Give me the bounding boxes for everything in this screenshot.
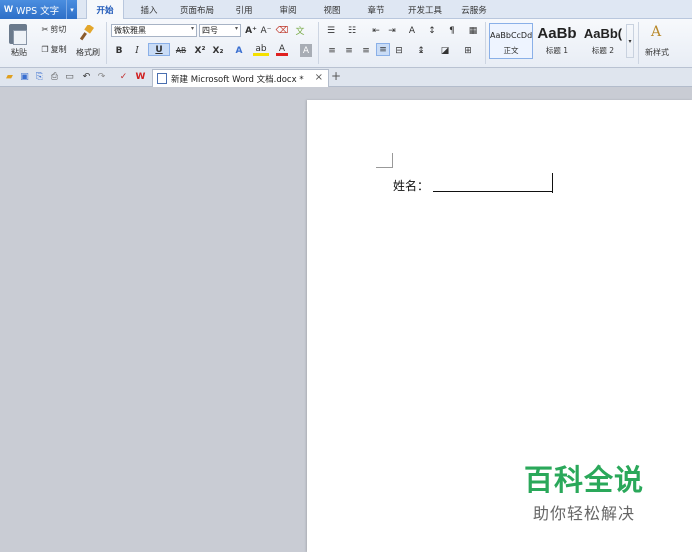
style-normal[interactable]: AaBbCcDd 正文 [489,23,533,59]
underline-button[interactable]: U [148,43,170,56]
watermark-title: 百科全说 [523,463,644,497]
tab-developer[interactable]: 开发工具 [400,0,450,19]
format-painter-icon[interactable] [80,25,94,41]
show-marks-icon[interactable]: ¶ [444,24,460,37]
justify-icon[interactable]: ≡ [376,43,390,56]
divider [485,22,486,64]
document-tab[interactable]: 新建 Microsoft Word 文档.docx * × [152,69,329,87]
subscript-button[interactable]: X₂ [211,44,225,57]
close-icon[interactable]: × [315,72,323,83]
numbered-list-icon[interactable]: ☷ [344,24,360,37]
font-name-select[interactable]: 微软雅黑 ▾ [111,24,197,37]
char-shading-button[interactable]: A [300,44,312,57]
shrink-font-button[interactable]: A⁻ [259,24,273,37]
watermark: 百科全说 助你轻松解决 [524,457,644,524]
superscript-button[interactable]: X² [193,44,207,57]
name-field-label: 姓名： [393,179,430,193]
highlight-button[interactable]: ab [253,44,269,56]
shading-icon[interactable]: ◪ [437,44,453,57]
paste-button[interactable]: 粘贴 [4,46,34,58]
align-right-icon[interactable]: ≡ [360,44,372,57]
bullet-list-icon[interactable]: ☰ [323,24,339,37]
undo-icon[interactable]: ↶ [81,71,92,82]
ribbon-toolbar: 粘贴 ✂ 剪切 ❐ 复制 格式刷 微软雅黑 ▾ 四号 ▾ A⁺ A⁻ ⌫ 文 B… [0,19,692,68]
app-title: WPS 文字 [15,5,60,17]
style-sample: AaBb [537,25,577,42]
new-style-icon[interactable]: A [645,23,667,41]
chevron-down-icon: ▾ [234,25,238,32]
chevron-down-icon[interactable]: ▾ [66,0,77,19]
new-tab-button[interactable]: + [331,69,341,83]
table-icon[interactable]: ▦ [466,24,480,37]
styles-scroll-icon[interactable]: ▾ [626,24,634,58]
format-painter-button[interactable]: 格式刷 [72,46,104,58]
chinese-layout-icon[interactable]: A [404,24,420,37]
font-size-value: 四号 [202,26,218,35]
pinyin-guide-icon[interactable]: 文 [292,24,308,37]
menu-bar: W WPS 文字 ▾ 开始 插入 页面布局 引用 审阅 视图 章节 开发工具 云… [0,0,692,20]
style-name: 标题 2 [591,46,615,55]
paste-icon[interactable] [9,24,27,45]
divider [106,22,107,64]
document-icon [157,73,167,84]
export-pdf-icon[interactable]: ⎘ [34,71,45,82]
decrease-indent-icon[interactable]: ⇤ [369,24,383,37]
distributed-icon[interactable]: ⊟ [393,44,405,57]
copy-button[interactable]: ❐ 复制 [36,43,72,55]
style-heading-1[interactable]: AaBb 标题 1 [535,23,579,59]
text-effect-button[interactable]: A [232,44,246,57]
style-heading-2[interactable]: AaBb( 标题 2 [581,23,625,59]
font-name-value: 微软雅黑 [114,26,146,35]
wps-logo-icon: W [4,4,13,15]
divider [318,22,319,64]
align-left-icon[interactable]: ≡ [326,44,338,57]
margin-corner-mark [376,153,393,168]
app-menu-button[interactable]: W WPS 文字 ▾ [0,0,77,19]
redo-icon[interactable]: ↷ [96,71,107,82]
style-name: 标题 1 [545,46,569,55]
border-icon[interactable]: ⊞ [460,44,476,57]
style-sample: AaBbCcDd [490,31,532,40]
tab-view[interactable]: 视图 [314,0,350,19]
align-center-icon[interactable]: ≡ [343,44,355,57]
tab-insert[interactable]: 插入 [130,0,168,19]
style-sample: AaBb( [583,26,623,41]
copy-label: 复制 [50,44,67,54]
font-size-select[interactable]: 四号 ▾ [199,24,241,37]
tab-page-layout[interactable]: 页面布局 [172,0,222,19]
style-name: 正文 [503,46,519,55]
tab-home[interactable]: 开始 [86,0,124,20]
increase-indent-icon[interactable]: ⇥ [385,24,399,37]
scissors-icon: ✂ [41,24,49,34]
name-underline-field[interactable] [433,191,553,192]
tab-section[interactable]: 章节 [358,0,394,19]
cut-button[interactable]: ✂ 剪切 [36,23,72,35]
grow-font-button[interactable]: A⁺ [244,24,258,37]
sort-icon[interactable]: ↕ [425,24,439,37]
save-icon[interactable]: ▣ [19,71,30,82]
pin-icon[interactable]: ✓ [118,71,129,82]
italic-button[interactable]: I [131,44,143,57]
line-spacing-icon[interactable]: ↨ [413,44,429,57]
clear-format-icon[interactable]: ⌫ [276,24,289,37]
new-style-button[interactable]: 新样式 [638,46,676,58]
tab-review[interactable]: 审阅 [270,0,306,19]
print-preview-icon[interactable]: ▭ [64,71,75,82]
chevron-down-icon: ▾ [190,25,194,32]
copy-icon: ❐ [41,44,49,54]
font-color-button[interactable]: A [276,44,288,56]
open-icon[interactable]: ▰ [4,71,15,82]
tab-references[interactable]: 引用 [226,0,262,19]
strikethrough-button[interactable]: AB [171,44,191,57]
quick-access-bar: ▰ ▣ ⎘ ⎙ ▭ ↶ ↷ ✓ W 新建 Microsoft Word 文档.d… [0,68,692,87]
text-cursor [552,173,553,193]
print-icon[interactable]: ⎙ [49,71,60,82]
cut-label: 剪切 [50,24,67,34]
tab-cloud[interactable]: 云服务 [454,0,494,19]
document-tab-title: 新建 Microsoft Word 文档.docx * [171,74,304,85]
bold-button[interactable]: B [113,44,125,57]
wps-w-icon[interactable]: W [135,71,146,82]
watermark-subtitle: 助你轻松解决 [532,504,635,523]
